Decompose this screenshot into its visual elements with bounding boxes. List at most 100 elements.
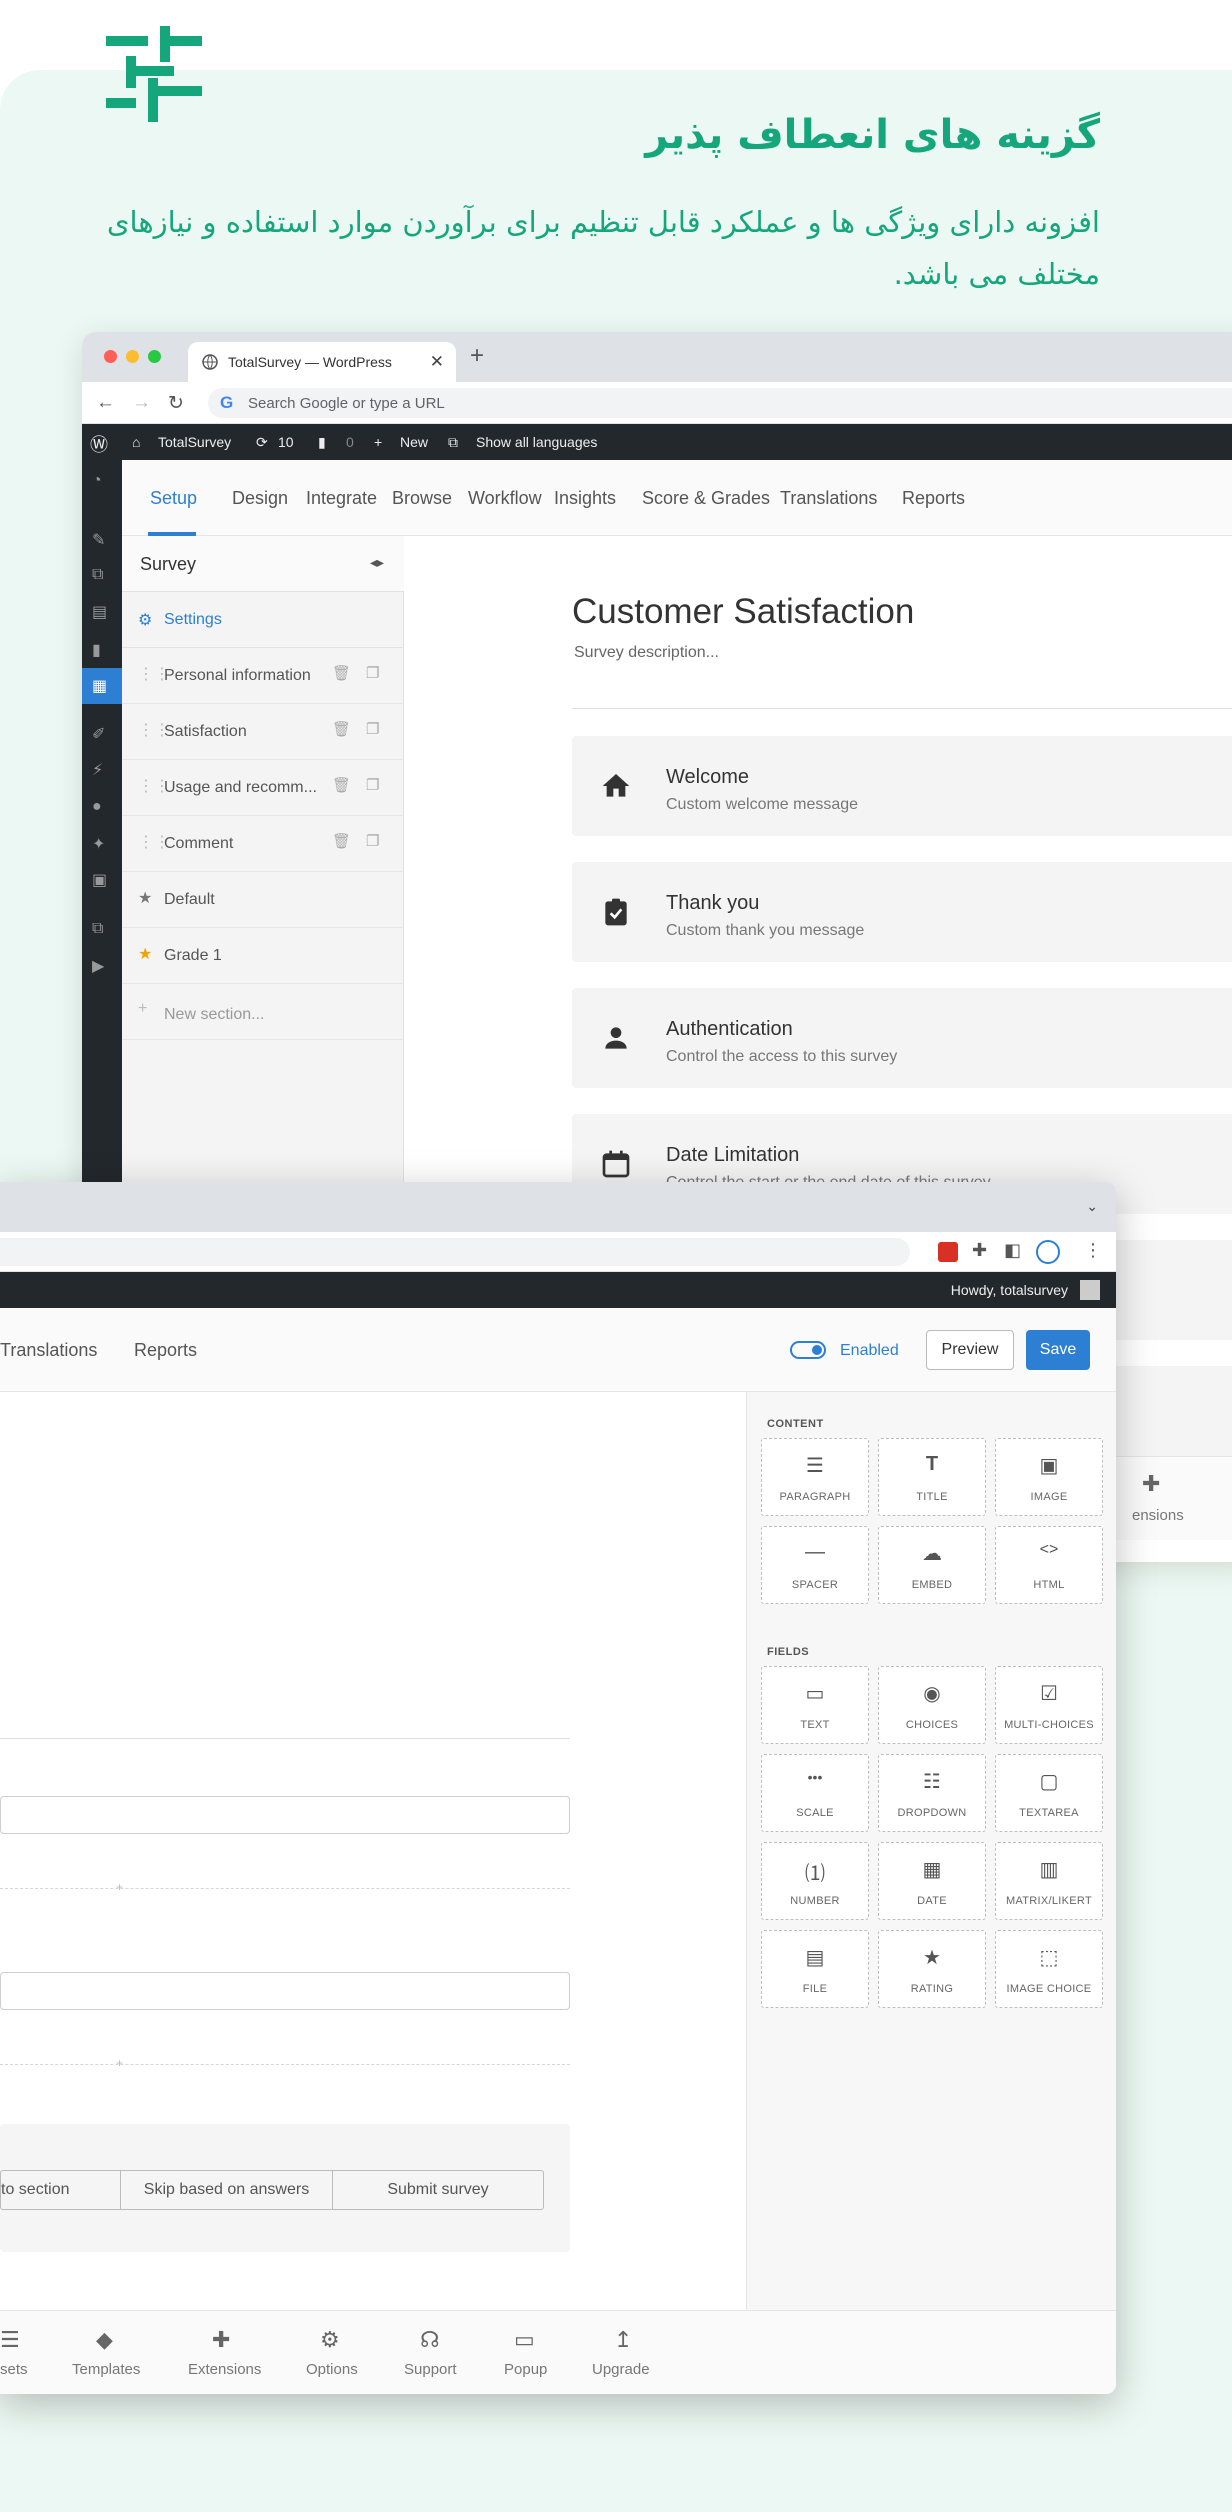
preview-button[interactable]: Preview — [926, 1330, 1014, 1370]
field-scale[interactable]: ••• SCALE — [761, 1754, 869, 1832]
avatar[interactable] — [1080, 1280, 1100, 1300]
footer-presets[interactable]: sets — [0, 2361, 28, 2378]
minimize-dot[interactable] — [126, 350, 139, 363]
duplicate-icon[interactable]: ❐ — [366, 832, 379, 850]
tab-reports[interactable]: Reports — [134, 1340, 197, 1361]
thank-you-card[interactable]: Thank you Custom thank you message — [572, 862, 1232, 962]
wp-languages-link[interactable]: Show all languages — [476, 434, 597, 450]
tab-score-grades[interactable]: Score & Grades — [642, 488, 770, 509]
field-multi-choices[interactable]: ☑ MULTI-CHOICES — [995, 1666, 1103, 1744]
duplicate-icon[interactable]: ❐ — [366, 776, 379, 794]
authentication-card[interactable]: Authentication Control the access to thi… — [572, 988, 1232, 1088]
sidebar-icon[interactable]: ◧ — [1004, 1240, 1021, 1261]
jump-to-section-button[interactable]: to section — [1, 2171, 121, 2209]
reload-icon[interactable]: ↻ — [168, 392, 184, 415]
url-input[interactable] — [0, 1238, 910, 1266]
back-arrow-icon[interactable]: ← — [96, 392, 115, 414]
tab-design[interactable]: Design — [232, 488, 288, 509]
wp-new-link[interactable]: New — [400, 434, 428, 450]
field-image-choice[interactable]: ⬚ IMAGE CHOICE — [995, 1930, 1103, 2008]
save-button[interactable]: Save — [1026, 1330, 1090, 1370]
appearance-icon[interactable]: ✐ — [92, 724, 112, 744]
plus-icon[interactable]: + — [116, 2056, 123, 2070]
duplicate-icon[interactable]: ❐ — [366, 664, 379, 682]
element-title[interactable]: T TITLE — [878, 1438, 986, 1516]
tab-browse[interactable]: Browse — [392, 488, 452, 509]
more-vert-icon[interactable]: ⋮ — [1084, 1240, 1102, 1261]
languages-menu-icon[interactable]: ⧉ — [92, 920, 112, 940]
tab-close-icon[interactable]: ✕ — [430, 352, 444, 372]
field-rating[interactable]: ★ RATING — [878, 1930, 986, 2008]
field-file[interactable]: ▤ FILE — [761, 1930, 869, 2008]
howdy-user[interactable]: Howdy, totalsurvey — [951, 1282, 1068, 1298]
presets-icon[interactable]: ☰ — [0, 2327, 20, 2353]
wp-comments-count[interactable]: 0 — [346, 434, 354, 450]
field-date[interactable]: ▦ DATE — [878, 1842, 986, 1920]
section-item[interactable]: ⋮⋮ Satisfaction 🗑 ❐ — [122, 704, 404, 760]
element-paragraph[interactable]: ☰ PARAGRAPH — [761, 1438, 869, 1516]
profile-icon[interactable] — [1036, 1240, 1060, 1264]
collapse-arrows-icon[interactable]: ◂▸ — [370, 554, 384, 571]
play-icon[interactable]: ▶ — [92, 956, 112, 976]
tab-workflow[interactable]: Workflow — [468, 488, 542, 509]
browser-tab[interactable]: TotalSurvey — WordPress ✕ — [188, 342, 456, 382]
tab-integrate[interactable]: Integrate — [306, 488, 377, 509]
chevron-down-icon[interactable]: ⌄ — [1086, 1198, 1098, 1215]
tab-translations[interactable]: Translations — [0, 1340, 97, 1361]
survey-title[interactable]: Customer Satisfaction — [572, 592, 914, 632]
footer-extensions[interactable]: ensions — [1132, 1507, 1184, 1524]
footer-popup[interactable]: Popup — [504, 2361, 547, 2378]
footer-support[interactable]: Support — [404, 2361, 457, 2378]
grade-item[interactable]: ★ Default — [122, 872, 404, 928]
grade-item[interactable]: ★ Grade 1 — [122, 928, 404, 984]
submit-survey-button[interactable]: Submit survey — [333, 2171, 543, 2209]
sidebar-active-item[interactable]: ▦ — [82, 668, 122, 704]
tools-icon[interactable]: ✦ — [92, 834, 112, 854]
tab-reports[interactable]: Reports — [902, 488, 965, 509]
settings-item[interactable]: ⚙ Settings — [122, 592, 404, 648]
comment-menu-icon[interactable]: ▮ — [92, 640, 112, 660]
footer-options[interactable]: Options — [306, 2361, 358, 2378]
element-embed[interactable]: ☁ EMBED — [878, 1526, 986, 1604]
templates-icon[interactable]: ◆ — [96, 2327, 113, 2353]
skip-based-on-answers-button[interactable]: Skip based on answers — [121, 2171, 333, 2209]
extension-red-icon[interactable] — [938, 1242, 958, 1262]
footer-templates[interactable]: Templates — [72, 2361, 140, 2378]
new-section-item[interactable]: + New section... — [122, 984, 404, 1040]
trash-icon[interactable]: 🗑 — [332, 720, 351, 738]
field-dropdown[interactable]: ☷ DROPDOWN — [878, 1754, 986, 1832]
forward-arrow-icon[interactable]: → — [132, 392, 151, 414]
options-icon[interactable]: ⚙ — [320, 2327, 340, 2353]
field-input[interactable] — [0, 1972, 570, 2010]
tab-setup[interactable]: Setup — [150, 488, 197, 509]
extensions-icon[interactable]: ✚ — [1142, 1471, 1160, 1497]
section-item[interactable]: ⋮⋮ Personal information 🗑 ❐ — [122, 648, 404, 704]
field-choices[interactable]: ◉ CHOICES — [878, 1666, 986, 1744]
survey-description[interactable]: Survey description... — [574, 644, 719, 662]
duplicate-icon[interactable]: ❐ — [366, 720, 379, 738]
tab-translations[interactable]: Translations — [780, 488, 877, 509]
field-number[interactable]: ⑴ NUMBER — [761, 1842, 869, 1920]
field-input[interactable] — [0, 1796, 570, 1834]
pin-icon[interactable]: ✎ — [92, 530, 112, 550]
upgrade-icon[interactable]: ↥ — [614, 2327, 632, 2353]
element-html[interactable]: <> HTML — [995, 1526, 1103, 1604]
wp-site-name[interactable]: TotalSurvey — [158, 434, 231, 450]
field-text[interactable]: ▭ TEXT — [761, 1666, 869, 1744]
plugins-icon[interactable]: ⚡ — [92, 760, 112, 780]
extensions-icon[interactable]: ✚ — [212, 2327, 230, 2353]
section-item[interactable]: ⋮⋮ Usage and recomm... 🗑 ❐ — [122, 760, 404, 816]
trash-icon[interactable]: 🗑 — [332, 832, 351, 850]
dashboard-icon[interactable]: ◔ — [92, 472, 112, 492]
url-input[interactable]: G Search Google or type a URL — [208, 388, 1232, 418]
new-tab-icon[interactable]: + — [470, 342, 484, 370]
element-image[interactable]: ▣ IMAGE — [995, 1438, 1103, 1516]
tab-insights[interactable]: Insights — [554, 488, 616, 509]
section-item[interactable]: ⋮⋮ Comment 🗑 ❐ — [122, 816, 404, 872]
field-matrix[interactable]: ▥ MATRIX/LIKERT — [995, 1842, 1103, 1920]
maximize-dot[interactable] — [148, 350, 161, 363]
footer-extensions[interactable]: Extensions — [188, 2361, 261, 2378]
users-icon[interactable]: ● — [92, 798, 112, 818]
footer-upgrade[interactable]: Upgrade — [592, 2361, 650, 2378]
plus-icon[interactable]: + — [116, 1880, 123, 1894]
